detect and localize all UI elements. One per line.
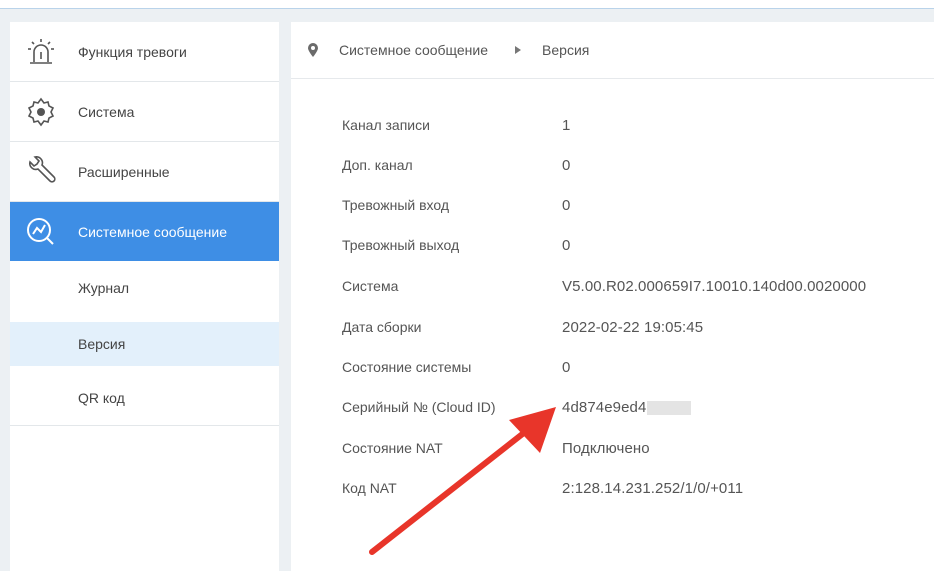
info-row-system-version: Система V5.00.R02.000659I7.10010.140d00.… — [342, 274, 922, 298]
sidebar-subitem-qr-code[interactable]: QR код — [10, 376, 279, 420]
sidebar-item-label: Расширенные — [78, 163, 170, 180]
sidebar-subitem-label: QR код — [78, 390, 125, 406]
sidebar-item-label: Системное сообщение — [78, 223, 228, 240]
info-value: 0 — [562, 236, 571, 254]
info-label: Состояние NAT — [342, 440, 443, 456]
info-label: Система — [342, 278, 399, 294]
gear-icon — [24, 95, 58, 129]
sidebar-item-advanced[interactable]: Расширенные — [10, 142, 279, 202]
location-pin-icon — [307, 43, 319, 57]
main-panel: Системное сообщение Версия Канал записи … — [291, 22, 934, 571]
info-label: Дата сборки — [342, 319, 422, 335]
chart-icon — [24, 215, 58, 249]
info-label: Состояние системы — [342, 359, 472, 375]
info-label: Тревожный выход — [342, 237, 460, 253]
sidebar-subitem-label: Журнал — [78, 280, 130, 296]
serial-value: 4d874e9ed4 — [562, 398, 692, 416]
wrench-icon — [24, 155, 58, 189]
sidebar-subitem-version[interactable]: Версия — [10, 322, 279, 366]
info-row-nat-code: Код NAT 2:128.14.231.252/1/0/+011 — [342, 476, 922, 500]
sidebar: Функция тревоги Система Расширенные Сист… — [10, 22, 279, 571]
sidebar-subitem-log[interactable]: Журнал — [10, 266, 279, 310]
info-row-record-channel: Канал записи 1 — [342, 113, 922, 137]
sidebar-item-label: Система — [78, 103, 135, 120]
sidebar-item-label: Функция тревоги — [78, 43, 187, 60]
info-value: V5.00.R02.000659I7.10010.140d00.0020000 — [562, 277, 867, 295]
masked-redaction — [647, 400, 692, 415]
info-row-alarm-output: Тревожный выход 0 — [342, 233, 922, 257]
info-label: Доп. канал — [342, 157, 413, 173]
alarm-icon — [24, 35, 58, 69]
breadcrumb-parent[interactable]: Системное сообщение — [339, 42, 488, 58]
info-value: 2022-02-22 19:05:45 — [562, 318, 704, 336]
info-row-serial-number: Серийный № (Cloud ID) 4d874e9ed4 — [342, 395, 922, 419]
breadcrumb: Системное сообщение Версия — [291, 22, 934, 79]
breadcrumb-separator-icon — [514, 45, 522, 55]
info-value: 0 — [562, 358, 571, 376]
info-label: Канал записи — [342, 117, 430, 133]
sidebar-subitem-label: Версия — [78, 336, 126, 352]
info-row-alarm-input: Тревожный вход 0 — [342, 193, 922, 217]
sidebar-item-system[interactable]: Система — [10, 82, 279, 142]
info-value: 0 — [562, 156, 571, 174]
info-row-system-state: Состояние системы 0 — [342, 355, 922, 379]
info-value: Подключено — [562, 439, 650, 457]
sidebar-item-system-message[interactable]: Системное сообщение — [10, 202, 279, 261]
info-row-build-date: Дата сборки 2022-02-22 19:05:45 — [342, 315, 922, 339]
info-value: 2:128.14.231.252/1/0/+011 — [562, 479, 744, 497]
top-border — [0, 0, 934, 9]
info-label: Серийный № (Cloud ID) — [342, 399, 496, 415]
info-row-nat-state: Состояние NAT Подключено — [342, 436, 922, 460]
info-label: Тревожный вход — [342, 197, 450, 213]
info-label: Код NAT — [342, 480, 397, 496]
info-value: 1 — [562, 116, 571, 134]
info-value: 0 — [562, 196, 571, 214]
breadcrumb-current: Версия — [542, 42, 590, 58]
info-value: 4d874e9ed4 — [562, 398, 647, 416]
sidebar-item-alarm[interactable]: Функция тревоги — [10, 22, 279, 82]
info-row-extra-channel: Доп. канал 0 — [342, 153, 922, 177]
sidebar-divider — [10, 425, 279, 426]
